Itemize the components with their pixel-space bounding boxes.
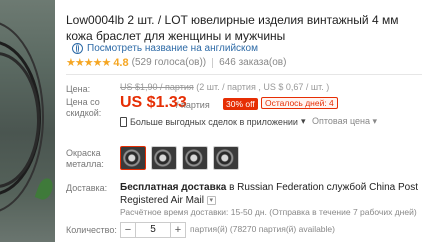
shipping-info: Бесплатная доставка в Russian Federation… (120, 181, 420, 207)
star-rating-icon: ★★★★★ (66, 57, 111, 69)
delivery-time: Расчётное время доставки: 15-50 дн. (Отп… (120, 207, 417, 217)
translate-link-text: Посмотреть название на английском (87, 43, 258, 54)
days-left-badge: Осталось дней: 4 (261, 97, 338, 109)
quantity-decrease-button[interactable]: − (121, 223, 135, 237)
rating-row: ★★★★★ 4.8 (529 голоса(ов)) 646 заказа(ов… (66, 56, 287, 70)
product-title: Low0004lb 2 шт. / LOT ювелирные изделия … (66, 13, 399, 43)
divider (212, 57, 214, 68)
price-unit: / партия (176, 100, 210, 110)
shipping-destination: в Russian Federation службой (229, 182, 367, 193)
chevron-down-icon: ▾ (372, 116, 378, 126)
original-price: US $1,90 / партия (2 шт. / партия , US $… (120, 82, 329, 92)
chevron-down-icon: ▾ (300, 116, 306, 126)
section-divider (66, 74, 422, 75)
free-shipping-text: Бесплатная доставка (120, 182, 227, 193)
product-image-strip[interactable] (0, 0, 55, 242)
phone-icon (120, 116, 127, 127)
app-deals-link[interactable]: Больше выгодных сделок в приложении ▾ (120, 116, 306, 127)
quantity-label: Количество: (66, 225, 117, 235)
discount-badge: 30% off (223, 98, 258, 110)
quantity-available: партия(й) (78270 партия(й) available) (190, 224, 335, 234)
color-swatch[interactable] (120, 146, 146, 170)
discount-price-label: Цена со скидкой: (66, 97, 102, 118)
quantity-increase-button[interactable]: + (171, 223, 185, 237)
color-swatch[interactable] (151, 146, 177, 170)
delivery-label: Доставка: (66, 183, 108, 193)
quantity-stepper: − 5 + (120, 222, 186, 238)
app-deals-text: Больше выгодных сделок в приложении (130, 116, 298, 127)
globe-icon (72, 43, 83, 54)
price-label: Цена: (66, 84, 91, 94)
wholesale-price-text: Оптовая цена (312, 116, 370, 126)
carrier-dropdown[interactable]: ▾ (206, 195, 216, 205)
original-price-value: US $1,90 / партия (120, 82, 194, 92)
color-swatch[interactable] (182, 146, 208, 170)
quantity-input[interactable]: 5 (135, 223, 171, 237)
color-label: Окраска металла: (66, 148, 104, 169)
wholesale-price-dropdown[interactable]: Оптовая цена ▾ (312, 116, 377, 127)
rating-votes-link[interactable]: (529 голоса(ов)) (132, 57, 207, 68)
orders-count: 646 заказа(ов) (219, 57, 287, 68)
rating-value: 4.8 (113, 56, 129, 69)
original-price-detail: (2 шт. / партия , US $ 0,67 / шт. ) (196, 82, 330, 92)
leaf-image (34, 176, 55, 202)
color-swatch[interactable] (213, 146, 239, 170)
translate-title-link[interactable]: Посмотреть название на английском (72, 43, 258, 54)
